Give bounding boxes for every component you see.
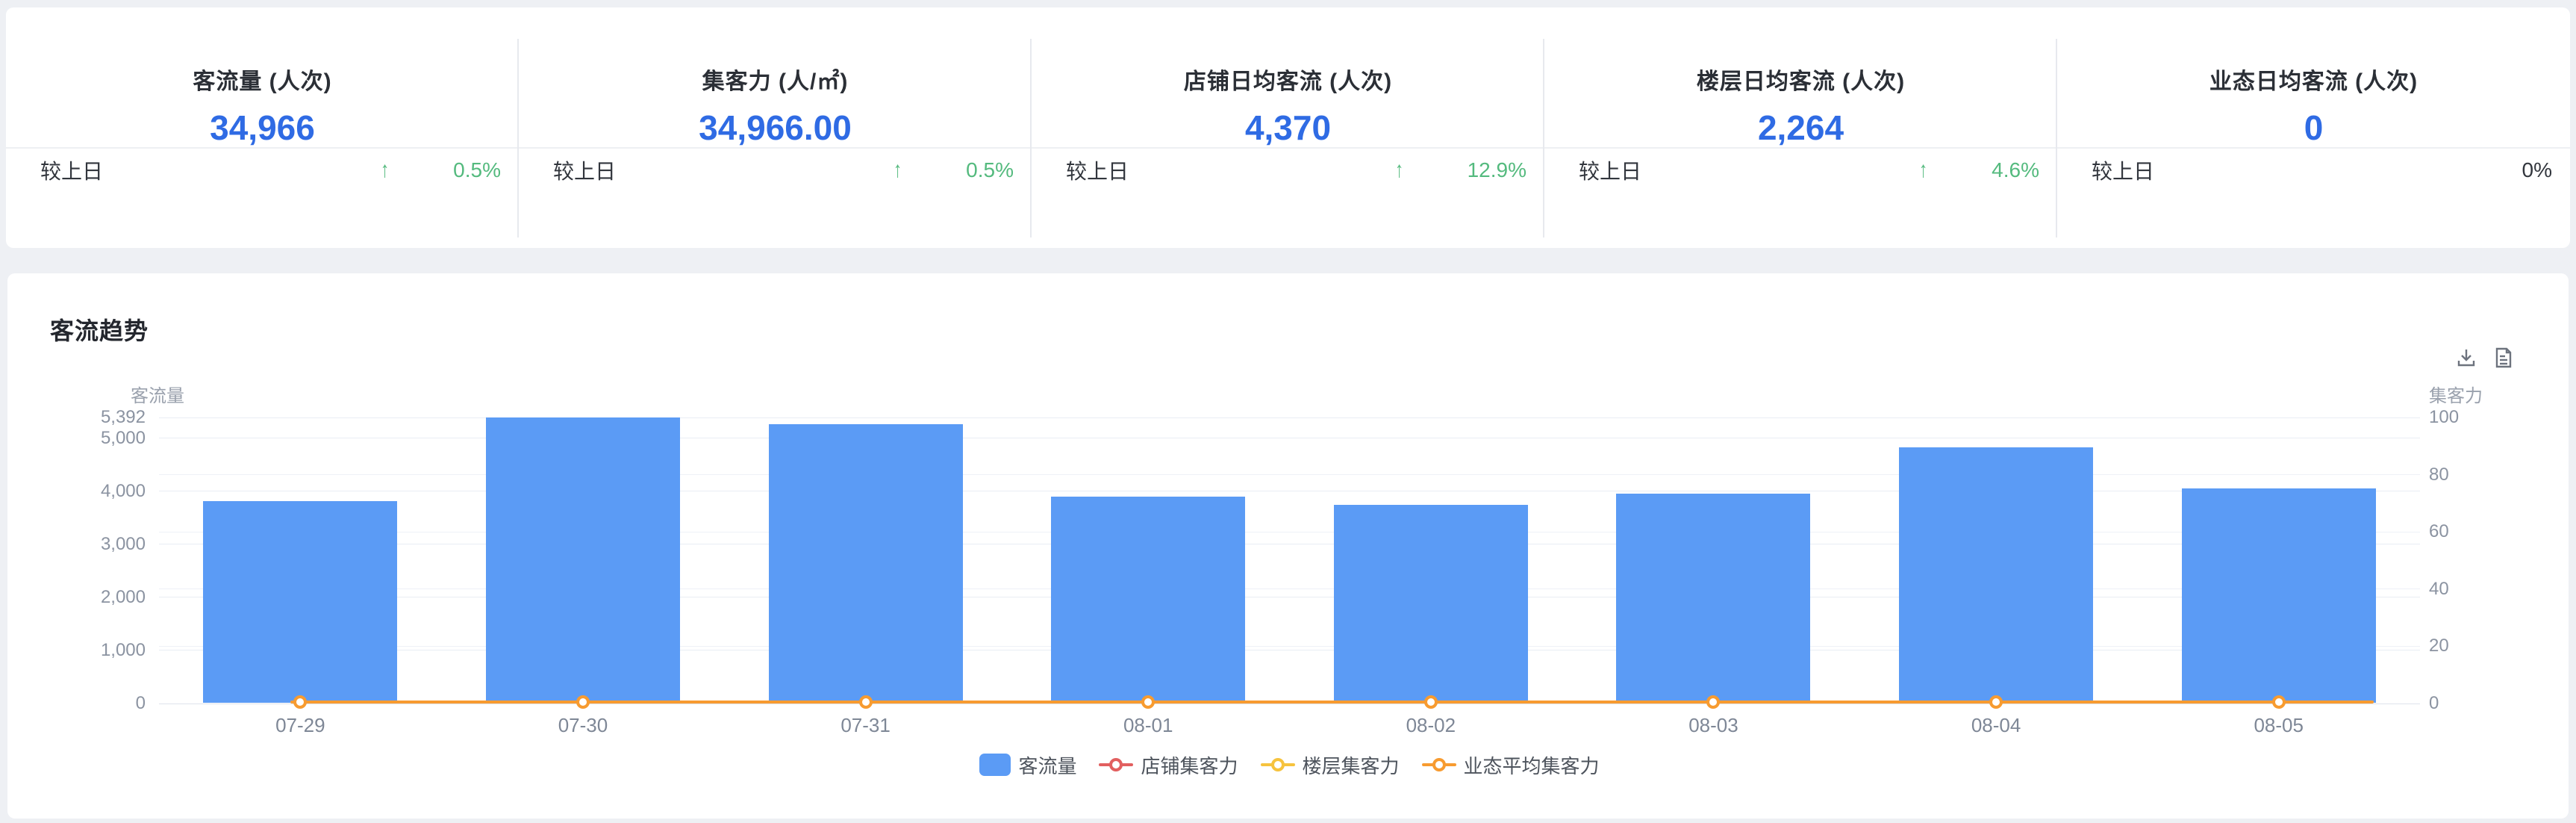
legend-line-swatch: [1099, 754, 1133, 776]
line-marker-07-31[interactable]: [859, 695, 873, 709]
kpi-title: 业态日均客流 (人次): [2057, 63, 2570, 96]
chart-legend: 客流量 店铺集客力 楼层集客力 业态平均集客力: [159, 750, 2420, 780]
chart-title: 客流趋势: [50, 312, 149, 347]
kpi-title: 楼层日均客流 (人次): [1544, 63, 2057, 96]
x-label-07-30: 07-30: [558, 714, 608, 737]
kpi-footer: 较上日 ↑ 12.9%: [1032, 149, 1544, 192]
left-tick-2,000: 2,000: [101, 588, 146, 607]
left-axis-ticks: 01,0002,0003,0004,0005,0005,392: [7, 417, 146, 704]
line-marker-08-05[interactable]: [2272, 695, 2286, 709]
kpi-value: 34,966.00: [519, 108, 1032, 148]
left-axis-name: 客流量: [7, 381, 184, 407]
report-icon[interactable]: [2492, 347, 2515, 369]
kpi-card-floor-daily-avg: 楼层日均客流 (人次) 2,264 较上日 ↑ 4.6%: [1544, 7, 2057, 248]
line-marker-07-30[interactable]: [576, 695, 590, 709]
left-tick-4,000: 4,000: [101, 482, 146, 501]
compare-label: 较上日: [2092, 155, 2154, 185]
up-arrow-icon: ↑: [1919, 159, 1927, 181]
bar-08-05[interactable]: [2182, 488, 2376, 703]
right-tick-40: 40: [2429, 580, 2449, 599]
plot-area: [159, 417, 2420, 704]
up-arrow-icon: ↑: [381, 159, 389, 181]
kpi-title: 客流量 (人次): [6, 63, 519, 96]
line-marker-08-02[interactable]: [1424, 695, 1438, 709]
line-marker-07-29[interactable]: [293, 695, 307, 709]
delta-value: 0.5%: [966, 158, 1014, 182]
right-tick-100: 100: [2429, 408, 2459, 427]
line-marker-08-04[interactable]: [1989, 695, 2003, 709]
legend-label: 业态平均集客力: [1464, 751, 1600, 779]
bar-07-31[interactable]: [769, 424, 963, 703]
delta-value: 4.6%: [1992, 158, 2039, 182]
download-icon[interactable]: [2455, 347, 2477, 369]
compare-label: 较上日: [1579, 155, 1641, 185]
bar-08-02[interactable]: [1334, 505, 1528, 703]
right-tick-80: 80: [2429, 465, 2449, 485]
kpi-footer: 较上日 ↑ 0.5%: [6, 149, 519, 192]
legend-label: 楼层集客力: [1303, 751, 1400, 779]
x-label-08-05: 08-05: [2254, 714, 2304, 737]
left-tick-5,000: 5,000: [101, 429, 146, 448]
right-axis-ticks: 020406080100: [2429, 417, 2541, 704]
kpi-value: 4,370: [1032, 108, 1544, 148]
right-tick-20: 20: [2429, 636, 2449, 656]
chart-actions: [2455, 347, 2515, 369]
compare-label: 较上日: [1066, 155, 1129, 185]
delta-value: 0.5%: [453, 158, 501, 182]
left-tick-3,000: 3,000: [101, 535, 146, 554]
left-tick-0: 0: [136, 694, 146, 713]
kpi-title: 店铺日均客流 (人次): [1032, 63, 1544, 96]
kpi-summary-row: 客流量 (人次) 34,966 较上日 ↑ 0.5% 集客力 (人/㎡) 34,…: [6, 7, 2570, 248]
x-label-07-31: 07-31: [841, 714, 891, 737]
line-series-业态平均集客力[interactable]: [290, 701, 2373, 704]
kpi-card-format-daily-avg: 业态日均客流 (人次) 0 较上日 ↑ 0%: [2057, 7, 2570, 248]
up-arrow-icon: ↑: [1394, 159, 1403, 181]
kpi-value: 0: [2057, 108, 2570, 148]
line-marker-08-03[interactable]: [1706, 695, 1720, 709]
bar-08-03[interactable]: [1616, 494, 1810, 703]
x-label-07-29: 07-29: [275, 714, 325, 737]
legend-item-客流量[interactable]: 客流量: [979, 751, 1076, 779]
right-tick-0: 0: [2429, 694, 2439, 713]
kpi-card-gathering-power: 集客力 (人/㎡) 34,966.00 较上日 ↑ 0.5%: [519, 7, 1032, 248]
compare-label: 较上日: [553, 155, 616, 185]
delta-value: 0%: [2507, 158, 2552, 182]
kpi-value: 34,966: [6, 108, 519, 148]
legend-bar-swatch: [979, 754, 1011, 776]
left-tick-5,392: 5,392: [101, 408, 146, 427]
line-marker-08-01[interactable]: [1141, 695, 1155, 709]
x-label-08-04: 08-04: [1971, 714, 2021, 737]
bar-07-29[interactable]: [203, 501, 397, 703]
legend-item-店铺集客力[interactable]: 店铺集客力: [1099, 751, 1238, 779]
x-label-08-01: 08-01: [1123, 714, 1173, 737]
x-label-08-02: 08-02: [1406, 714, 1456, 737]
up-arrow-icon: ↑: [894, 159, 902, 181]
legend-label: 店铺集客力: [1141, 751, 1238, 779]
right-tick-60: 60: [2429, 522, 2449, 541]
x-axis-labels: 07-29 07-30 07-31 08-01 08-02 08-03 08-04 08-05: [159, 714, 2420, 738]
traffic-trend-card: 客流趋势 客流量 集客力 0 1,000 2,000 3,000 4,000 5,000 5…: [7, 273, 2569, 819]
legend-item-业态平均集客力[interactable]: 业态平均集客力: [1422, 751, 1600, 779]
kpi-title: 集客力 (人/㎡): [519, 63, 1032, 96]
bar-08-04[interactable]: [1899, 447, 2093, 703]
legend-line-swatch: [1261, 754, 1295, 776]
legend-line-swatch: [1422, 754, 1456, 776]
left-tick-1,000: 1,000: [101, 641, 146, 660]
kpi-card-traffic: 客流量 (人次) 34,966 较上日 ↑ 0.5%: [6, 7, 519, 248]
right-axis-name: 集客力: [2429, 381, 2541, 407]
kpi-card-shop-daily-avg: 店铺日均客流 (人次) 4,370 较上日 ↑ 12.9%: [1032, 7, 1544, 248]
kpi-footer: 较上日 ↑ 0.5%: [519, 149, 1032, 192]
kpi-footer: 较上日 ↑ 0%: [2057, 149, 2570, 192]
x-label-08-03: 08-03: [1688, 714, 1738, 737]
kpi-value: 2,264: [1544, 108, 2057, 148]
compare-label: 较上日: [40, 155, 103, 185]
bar-07-30[interactable]: [486, 417, 680, 703]
bar-08-01[interactable]: [1051, 497, 1245, 703]
legend-label: 客流量: [1018, 751, 1076, 779]
delta-value: 12.9%: [1468, 158, 1526, 182]
kpi-footer: 较上日 ↑ 4.6%: [1544, 149, 2057, 192]
legend-item-楼层集客力[interactable]: 楼层集客力: [1261, 751, 1400, 779]
